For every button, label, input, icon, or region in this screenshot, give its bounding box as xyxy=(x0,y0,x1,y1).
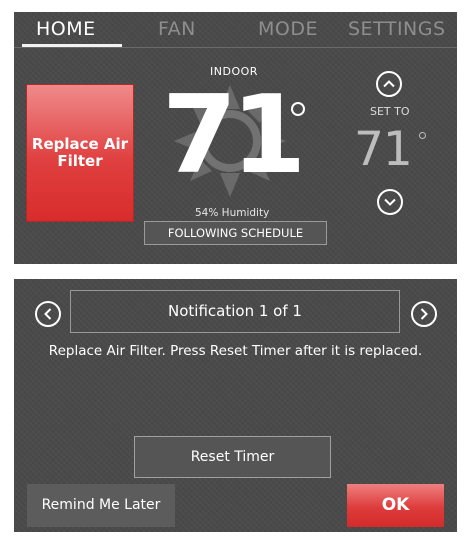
chevron-left-icon xyxy=(44,308,52,320)
setpoint-up-button[interactable] xyxy=(376,71,402,97)
humidity-readout: 54% Humidity xyxy=(195,207,270,219)
setpoint-degree-symbol xyxy=(419,132,426,139)
following-schedule-button[interactable]: FOLLOWING SCHEDULE xyxy=(144,221,327,245)
tab-mode[interactable]: MODE xyxy=(258,18,318,40)
indoor-temperature: 71 xyxy=(162,73,306,198)
ok-button[interactable]: OK xyxy=(347,484,444,527)
home-screen: HOME FAN MODE SETTINGS Replace Air Filte… xyxy=(14,12,457,264)
degree-symbol xyxy=(291,102,305,116)
setpoint-down-button[interactable] xyxy=(377,189,403,215)
reset-timer-button[interactable]: Reset Timer xyxy=(134,436,331,478)
notification-screen: Notification 1 of 1 Replace Air Filter. … xyxy=(14,279,457,532)
top-navigation: HOME FAN MODE SETTINGS xyxy=(14,12,457,48)
tab-home[interactable]: HOME xyxy=(36,18,96,40)
chevron-down-icon xyxy=(384,198,396,206)
previous-notification-button[interactable] xyxy=(35,301,61,327)
tab-fan[interactable]: FAN xyxy=(158,18,196,40)
setpoint-temperature: 71 xyxy=(354,122,413,177)
chevron-up-icon xyxy=(383,80,395,88)
remind-me-later-button[interactable]: Remind Me Later xyxy=(27,484,175,527)
set-to-label: SET TO xyxy=(370,105,410,118)
replace-air-filter-alert-button[interactable]: Replace Air Filter xyxy=(26,84,134,222)
tab-settings[interactable]: SETTINGS xyxy=(348,18,446,40)
notification-message: Replace Air Filter. Press Reset Timer af… xyxy=(48,343,423,359)
next-notification-button[interactable] xyxy=(411,301,437,327)
nav-divider xyxy=(14,47,457,48)
chevron-right-icon xyxy=(420,308,428,320)
notification-header: Notification 1 of 1 xyxy=(70,290,400,333)
alert-label: Replace Air Filter xyxy=(31,135,129,170)
